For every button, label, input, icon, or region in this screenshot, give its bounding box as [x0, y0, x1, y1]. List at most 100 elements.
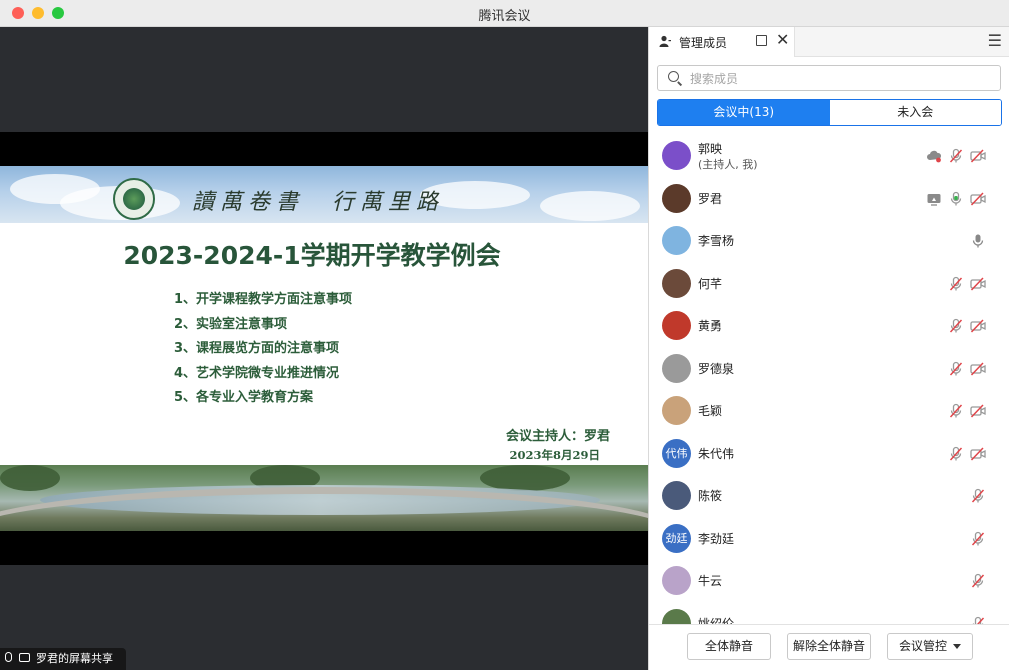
camera-off-icon[interactable]	[970, 446, 986, 462]
member-search[interactable]	[657, 65, 1001, 91]
avatar	[662, 353, 691, 383]
slide-agenda: 1、开学课程教学方面注意事项 2、实验室注意事项 3、课程展览方面的注意事项 4…	[174, 288, 352, 411]
avatar	[662, 226, 691, 255]
slide-title: 2023-2024-1学期开学教学例会	[123, 241, 501, 270]
member-name: 罗德泉	[698, 361, 735, 376]
member-name: 罗君	[698, 191, 723, 206]
member-name: 黄勇	[698, 319, 723, 333]
member-row[interactable]: 牛云	[649, 559, 1009, 602]
member-status-icons	[970, 531, 992, 547]
member-status-icons	[948, 403, 992, 419]
member-row[interactable]: 姚绍伦	[649, 602, 1009, 625]
member-list: 郭映 (主持人, 我) 罗君 李雪杨 何芊 黄勇 罗德泉 毛颖 代伟 朱代伟 陈筱 劲廷 李劲廷 牛云 姚绍…	[649, 134, 1009, 624]
avatar	[662, 608, 691, 624]
member-status-icons	[926, 148, 992, 164]
mic-muted-icon[interactable]	[970, 573, 986, 589]
tab-in-meeting[interactable]: 会议中(13)	[658, 100, 830, 125]
cloud-record-icon[interactable]	[926, 148, 942, 164]
panel-title: 管理成员	[679, 36, 728, 50]
member-filter-tabs: 会议中(13) 未入会	[657, 99, 1002, 126]
unmute-all-button[interactable]: 解除全体静音	[787, 633, 871, 660]
mic-muted-icon[interactable]	[948, 276, 964, 292]
search-input[interactable]	[688, 69, 992, 89]
presentation-slide: 讀萬卷書 行萬里路 2023-2024-1学期开学教学例会 1、开学课程教学方面…	[0, 166, 648, 531]
member-role: (主持人, 我)	[698, 158, 758, 171]
member-row[interactable]: 罗德泉	[649, 347, 1009, 390]
member-row[interactable]: 黄勇	[649, 304, 1009, 347]
camera-off-icon[interactable]	[970, 361, 986, 377]
mic-icon	[5, 652, 12, 662]
member-status-icons	[970, 616, 992, 624]
member-name: 牛云	[698, 574, 723, 588]
member-name: 姚绍伦	[698, 616, 735, 625]
popout-icon[interactable]	[756, 35, 767, 46]
camera-off-icon[interactable]	[970, 276, 986, 292]
member-row[interactable]: 郭映 (主持人, 我)	[649, 134, 1009, 177]
mic-muted-icon[interactable]	[970, 531, 986, 547]
window-titlebar: 腾讯会议	[0, 0, 1009, 27]
member-row[interactable]: 陈筱	[649, 474, 1009, 517]
camera-off-icon[interactable]	[970, 403, 986, 419]
mic-muted-icon[interactable]	[948, 361, 964, 377]
mute-all-button[interactable]: 全体静音	[687, 633, 771, 660]
chevron-down-icon	[953, 644, 961, 649]
screen-share-label: 罗君的屏幕共享	[36, 652, 113, 665]
meeting-control-button[interactable]: 会议管控	[887, 633, 973, 660]
mic-muted-icon[interactable]	[948, 446, 964, 462]
mic-icon[interactable]	[970, 233, 986, 249]
member-name: 李雪杨	[698, 234, 735, 248]
member-row[interactable]: 何芊	[649, 262, 1009, 305]
camera-off-icon[interactable]	[970, 148, 986, 164]
avatar	[662, 311, 691, 340]
letterbox-top	[0, 132, 648, 166]
member-row[interactable]: 毛颖	[649, 389, 1009, 432]
camera-off-icon[interactable]	[970, 318, 986, 334]
mic-muted-icon[interactable]	[948, 148, 964, 164]
camera-off-icon[interactable]	[970, 191, 986, 207]
mic-muted-icon[interactable]	[970, 488, 986, 504]
agenda-item: 1、开学课程教学方面注意事项	[174, 292, 353, 307]
member-name: 毛颖	[698, 404, 723, 418]
avatar	[662, 566, 691, 595]
members-panel: 管理成员 ✕ ☰ 会议中(13) 未入会 郭映 (主持人, 我) 罗君李雪杨何芊黄勇…	[648, 27, 1009, 670]
user-icon	[659, 35, 671, 47]
member-row[interactable]: 代伟 朱代伟	[649, 432, 1009, 475]
close-panel-icon[interactable]: ✕	[776, 30, 789, 49]
agenda-item: 5、各专业入学教育方案	[174, 390, 314, 405]
avatar	[662, 183, 691, 213]
letterbox-bottom	[0, 531, 648, 565]
menu-icon[interactable]: ☰	[988, 31, 1002, 50]
screen-share-icon[interactable]	[926, 191, 942, 207]
tab-manage-members[interactable]: 管理成员 ✕	[649, 27, 795, 57]
avatar	[662, 268, 691, 298]
shared-screen-area[interactable]: 讀萬卷書 行萬里路 2023-2024-1学期开学教学例会 1、开学课程教学方面…	[0, 27, 648, 670]
member-row[interactable]: 劲廷 李劲廷	[649, 517, 1009, 560]
tab-not-joined[interactable]: 未入会	[829, 100, 1001, 125]
mic-on-icon[interactable]	[948, 191, 964, 207]
slide-banner: 讀萬卷書 行萬里路	[0, 166, 648, 223]
mic-muted-icon[interactable]	[948, 318, 964, 334]
member-name: 朱代伟	[698, 446, 735, 461]
mic-muted-icon[interactable]	[948, 403, 964, 419]
member-status-icons	[948, 276, 992, 292]
agenda-item: 2、实验室注意事项	[174, 316, 288, 332]
member-row[interactable]: 李雪杨	[649, 219, 1009, 262]
mic-muted-icon[interactable]	[970, 616, 986, 624]
panel-header: 管理成员 ✕ ☰	[649, 27, 1009, 57]
screen-share-tag: 罗君的屏幕共享	[0, 648, 126, 670]
slide-motto: 讀萬卷書 行萬里路	[192, 190, 445, 215]
member-status-icons	[970, 488, 992, 504]
avatar: 劲廷	[662, 523, 691, 553]
avatar	[662, 396, 691, 425]
member-status-icons	[926, 191, 992, 207]
avatar	[662, 481, 691, 510]
slide-pond-photo	[0, 465, 648, 531]
member-status-icons	[948, 318, 992, 334]
avatar: 代伟	[662, 438, 691, 468]
member-row[interactable]: 罗君	[649, 177, 1009, 220]
slide-host: 会议主持人：罗君	[505, 429, 610, 444]
screen-share-icon	[19, 653, 30, 662]
member-status-icons	[948, 361, 992, 377]
member-status-icons	[948, 446, 992, 462]
member-name: 何芊	[698, 276, 723, 291]
